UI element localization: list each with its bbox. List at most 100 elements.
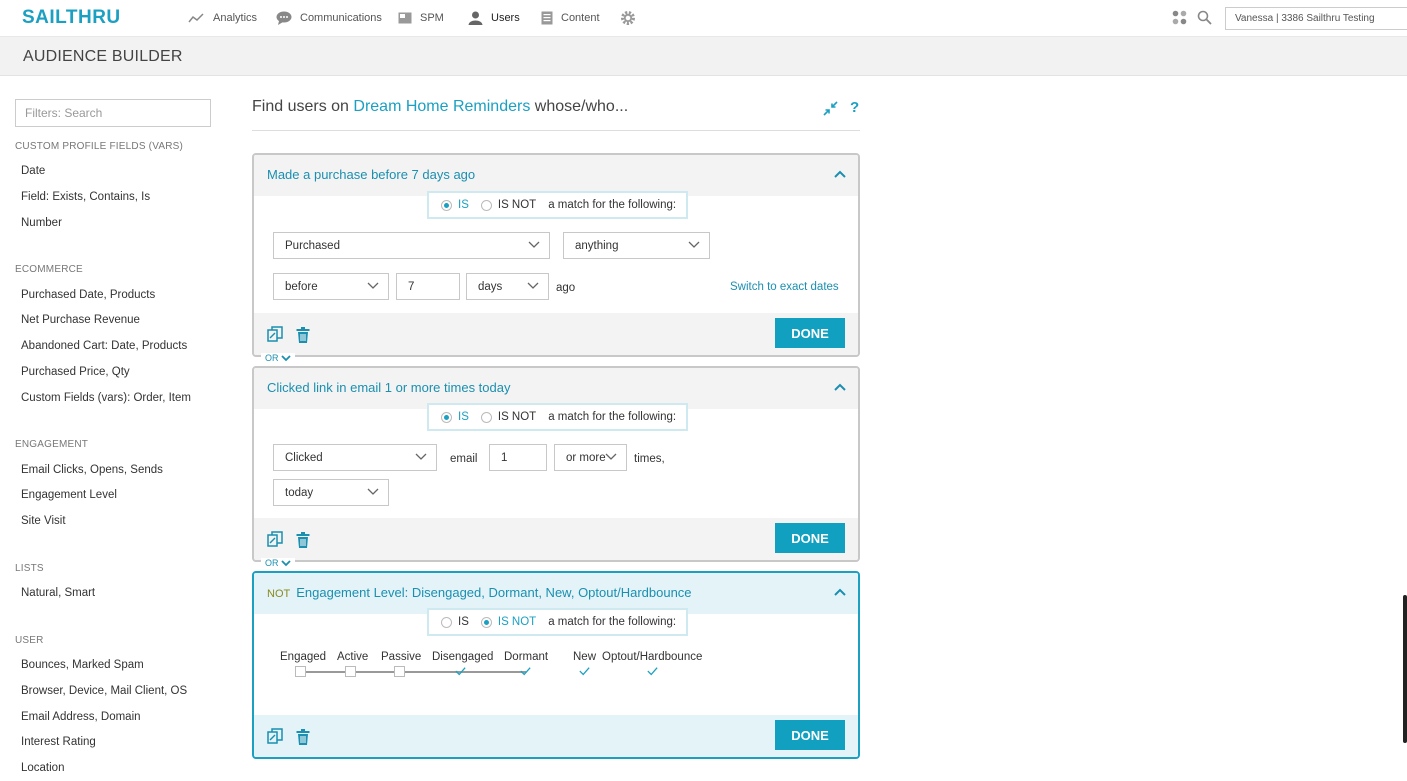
chevron-up-icon[interactable] xyxy=(834,170,846,178)
checkbox-active[interactable] xyxy=(345,666,356,677)
period-select[interactable]: today xyxy=(273,479,389,506)
switch-to-exact-dates-link[interactable]: Switch to exact dates xyxy=(730,281,839,293)
sidebar-item-date[interactable]: Date xyxy=(21,165,45,177)
account-selector[interactable]: Vanessa | 3386 Sailthru Testing xyxy=(1225,7,1407,30)
product-select[interactable]: anything xyxy=(563,232,710,259)
radio-dot xyxy=(480,199,492,211)
rule-card-engagement: NOT Engagement Level: Disengaged, Dormant… xyxy=(252,571,860,759)
scrollbar[interactable] xyxy=(1403,595,1407,743)
sidebar-item-number[interactable]: Number xyxy=(21,217,62,229)
count-input[interactable]: 1 xyxy=(489,444,547,471)
nav-analytics[interactable]: Analytics xyxy=(188,0,257,36)
action-select[interactable]: Clicked xyxy=(273,444,437,471)
checkbox-passive[interactable] xyxy=(394,666,405,677)
copy-icon[interactable] xyxy=(267,531,284,548)
rule-card-clicked: Clicked link in email 1 or more times to… xyxy=(252,366,860,562)
checkbox-engaged[interactable] xyxy=(295,666,306,677)
collapse-all-icon[interactable] xyxy=(823,101,838,116)
sidebar-item-purchased-price[interactable]: Purchased Price, Qty xyxy=(21,366,130,378)
is-isnot-toggle: IS IS NOT a match for the following: xyxy=(427,608,688,636)
radio-is[interactable]: IS xyxy=(441,616,469,628)
rule-card-title: Made a purchase before 7 days ago xyxy=(267,167,476,182)
copy-icon[interactable] xyxy=(267,326,284,343)
checkmark-optout-icon[interactable] xyxy=(647,666,658,677)
chevron-up-icon[interactable] xyxy=(834,588,846,596)
help-icon[interactable]: ? xyxy=(850,99,859,116)
sidebar-item-location[interactable]: Location xyxy=(21,762,64,774)
filters-search-input[interactable] xyxy=(15,99,211,127)
gear-icon xyxy=(621,11,635,25)
nav-communications[interactable]: Communications xyxy=(276,0,382,36)
sidebar-item-net-purchase-revenue[interactable]: Net Purchase Revenue xyxy=(21,314,140,326)
match-text: a match for the following: xyxy=(548,616,677,628)
sidebar-item-interest-rating[interactable]: Interest Rating xyxy=(21,736,96,748)
sidebar-item-custom-fields[interactable]: Custom Fields (vars): Order, Item xyxy=(21,392,191,404)
radio-is-not[interactable]: IS NOT xyxy=(480,616,536,628)
amount-input[interactable]: 7 xyxy=(396,273,460,300)
nav-communications-label: Communications xyxy=(300,12,382,24)
sidebar-item-purchased-date[interactable]: Purchased Date, Products xyxy=(21,289,155,301)
section-lists: LISTS xyxy=(15,563,44,574)
checkmark-new-icon[interactable] xyxy=(579,666,590,677)
count-input-value: 1 xyxy=(501,451,508,464)
or-connector[interactable]: OR xyxy=(261,353,295,363)
sailthru-logo[interactable]: SAILTHRU xyxy=(22,7,121,29)
sidebar-item-natural-smart[interactable]: Natural, Smart xyxy=(21,587,95,599)
timing-select[interactable]: before xyxy=(273,273,389,300)
radio-is-not[interactable]: IS NOT xyxy=(480,411,536,423)
rule-card-title: Clicked link in email 1 or more times to… xyxy=(267,380,511,395)
user-icon xyxy=(468,11,483,25)
chevron-up-icon[interactable] xyxy=(834,383,846,391)
list-name-link[interactable]: Dream Home Reminders xyxy=(353,98,530,115)
unit-select[interactable]: days xyxy=(466,273,549,300)
section-user: USER xyxy=(15,635,44,646)
nav-analytics-label: Analytics xyxy=(213,12,258,24)
level-label-engaged: Engaged xyxy=(280,651,327,663)
radio-dot xyxy=(441,199,452,211)
checkmark-dormant-icon[interactable] xyxy=(520,666,531,677)
radio-is[interactable]: IS xyxy=(441,411,469,423)
speech-bubble-icon xyxy=(276,11,292,25)
chevron-down-icon xyxy=(280,559,291,566)
trash-icon[interactable] xyxy=(296,532,310,548)
sidebar-item-email-clicks[interactable]: Email Clicks, Opens, Sends xyxy=(21,464,163,476)
rule-card-purchase: Made a purchase before 7 days ago IS IS … xyxy=(252,153,860,357)
sidebar-item-browser-device[interactable]: Browser, Device, Mail Client, OS xyxy=(21,685,187,697)
nav-spm-label: SPM xyxy=(420,12,444,24)
nav-spm[interactable]: SPM xyxy=(398,0,444,36)
done-button[interactable]: DONE xyxy=(775,318,845,348)
nav-settings[interactable] xyxy=(620,0,644,36)
rule-card-footer: DONE xyxy=(254,313,858,355)
sidebar-item-field-exists[interactable]: Field: Exists, Contains, Is xyxy=(21,191,150,203)
sidebar-item-email-address[interactable]: Email Address, Domain xyxy=(21,711,141,723)
nav-users[interactable]: Users xyxy=(468,0,520,36)
action-select-value: Clicked xyxy=(285,451,323,464)
apps-grid-icon[interactable] xyxy=(1172,10,1187,25)
level-label-disengaged: Disengaged xyxy=(432,651,494,663)
nav-content[interactable]: Content xyxy=(541,0,600,36)
sidebar-item-site-visit[interactable]: Site Visit xyxy=(21,515,66,527)
is-isnot-toggle: IS IS NOT a match for the following: xyxy=(427,403,688,431)
rule-card-header[interactable]: Made a purchase before 7 days ago xyxy=(254,155,858,196)
radio-is[interactable]: IS xyxy=(441,199,469,211)
or-connector[interactable]: OR xyxy=(261,558,295,568)
sidebar-item-bounces[interactable]: Bounces, Marked Spam xyxy=(21,659,144,671)
document-icon xyxy=(541,11,553,25)
divider xyxy=(252,130,860,131)
sidebar-item-engagement-level[interactable]: Engagement Level xyxy=(21,489,117,501)
copy-icon[interactable] xyxy=(267,728,284,745)
action-select[interactable]: Purchased xyxy=(273,232,550,259)
comparator-select[interactable]: or more xyxy=(554,444,627,471)
trash-icon[interactable] xyxy=(296,327,310,343)
section-custom-profile-fields: CUSTOM PROFILE FIELDS (VARS) xyxy=(15,141,184,152)
radio-is-not[interactable]: IS NOT xyxy=(480,199,536,211)
match-text: a match for the following: xyxy=(548,199,677,211)
done-button[interactable]: DONE xyxy=(775,523,845,553)
checkmark-disengaged-icon[interactable] xyxy=(455,666,466,677)
search-icon[interactable] xyxy=(1197,10,1212,25)
done-button[interactable]: DONE xyxy=(775,720,845,750)
sidebar-item-abandoned-cart[interactable]: Abandoned Cart: Date, Products xyxy=(21,340,187,352)
trash-icon[interactable] xyxy=(296,729,310,745)
rule-card-title: NOT Engagement Level: Disengaged, Dormant… xyxy=(267,585,692,600)
radio-is-label: IS xyxy=(458,199,469,211)
